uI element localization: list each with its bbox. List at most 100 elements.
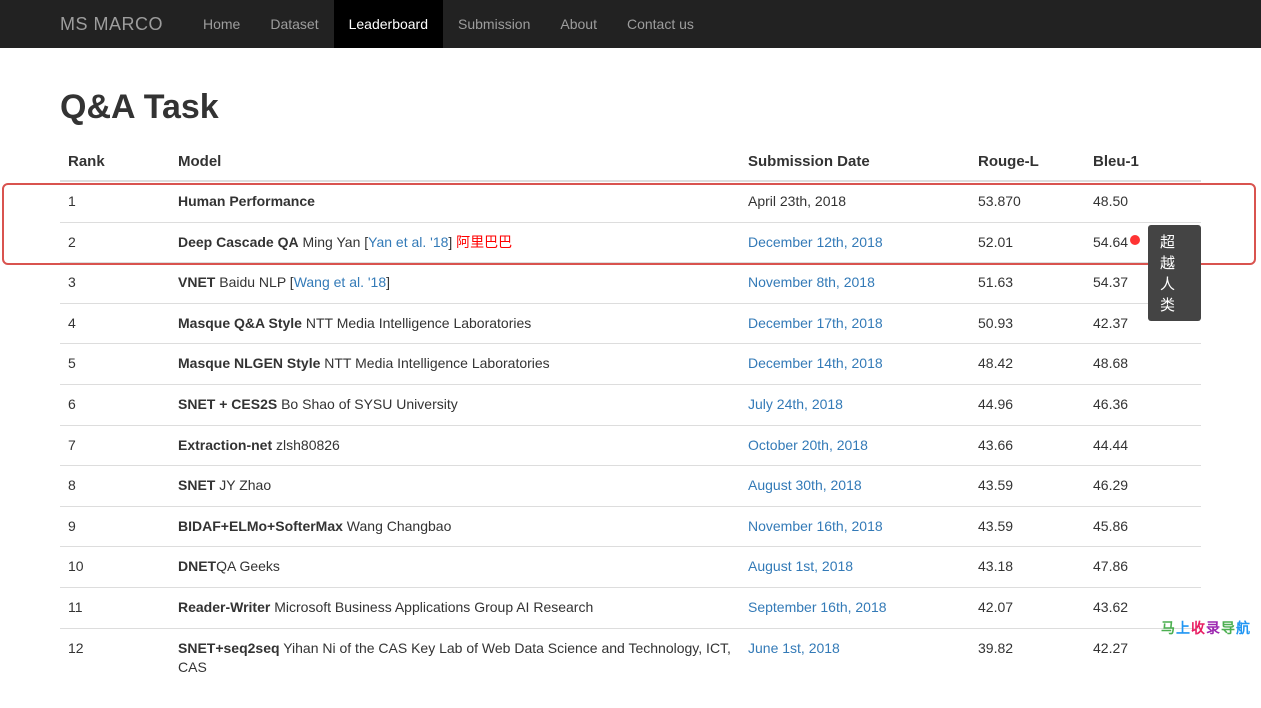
cell-model: Human Performance [170, 181, 740, 222]
table-header-row: Rank Model Submission Date Rouge-L Bleu-… [60, 145, 1201, 181]
cell-rouge: 48.42 [970, 344, 1085, 385]
nav-item-leaderboard[interactable]: Leaderboard [334, 0, 443, 48]
watermark-char: 马 [1161, 620, 1176, 636]
cell-model: VNET Baidu NLP [Wang et al. '18] [170, 263, 740, 304]
model-rest: Bo Shao of SYSU University [277, 396, 458, 412]
model-name: VNET [178, 274, 215, 290]
cell-date: August 30th, 2018 [740, 466, 970, 507]
watermark-char: 导 [1221, 620, 1236, 636]
model-cn-annotation: 阿里巴巴 [456, 234, 512, 250]
model-name: DNET [178, 558, 216, 574]
model-name: BIDAF+ELMo+SofterMax [178, 518, 343, 534]
model-rest: NTT Media Intelligence Laboratories [320, 355, 549, 371]
model-rest: zlsh80826 [272, 437, 340, 453]
watermark-char: 航 [1236, 620, 1251, 636]
model-rest: Baidu NLP [ [215, 274, 293, 290]
model-name: Human Performance [178, 193, 315, 209]
table-row: 11Reader-Writer Microsoft Business Appli… [60, 587, 1201, 628]
date-link[interactable]: December 12th, 2018 [748, 234, 883, 250]
date-link[interactable]: December 14th, 2018 [748, 355, 883, 371]
navbar: MS MARCO HomeDatasetLeaderboardSubmissio… [0, 0, 1261, 48]
model-rest: JY Zhao [215, 477, 271, 493]
model-paper-close: ] [448, 234, 456, 250]
cell-model: Masque Q&A Style NTT Media Intelligence … [170, 303, 740, 344]
watermark-char: 收 [1191, 620, 1206, 636]
brand[interactable]: MS MARCO [60, 14, 163, 35]
cell-rouge: 53.870 [970, 181, 1085, 222]
table-row: 3VNET Baidu NLP [Wang et al. '18] Novembe… [60, 263, 1201, 304]
cell-model: Deep Cascade QA Ming Yan [Yan et al. '18… [170, 222, 740, 263]
cell-date: August 1st, 2018 [740, 547, 970, 588]
watermark-char: 上 [1176, 620, 1191, 636]
cell-model: Extraction-net zlsh80826 [170, 425, 740, 466]
date-link[interactable]: December 17th, 2018 [748, 315, 883, 331]
model-rest: Microsoft Business Applications Group AI… [270, 599, 593, 615]
model-paper-link[interactable]: Wang et al. '18 [294, 274, 386, 290]
date-link[interactable]: August 30th, 2018 [748, 477, 862, 493]
date-link[interactable]: October 20th, 2018 [748, 437, 868, 453]
cell-rank: 5 [60, 344, 170, 385]
cell-bleu: 44.44 [1085, 425, 1201, 466]
date-link[interactable]: November 16th, 2018 [748, 518, 883, 534]
cell-rank: 12 [60, 628, 170, 688]
nav-item-submission[interactable]: Submission [443, 0, 545, 48]
date-link[interactable]: November 8th, 2018 [748, 274, 875, 290]
cell-model: Reader-Writer Microsoft Business Applica… [170, 587, 740, 628]
model-name: Masque Q&A Style [178, 315, 302, 331]
model-rest: Ming Yan [ [299, 234, 369, 250]
cell-model: SNET + CES2S Bo Shao of SYSU University [170, 384, 740, 425]
cell-rank: 11 [60, 587, 170, 628]
cell-date: July 24th, 2018 [740, 384, 970, 425]
model-name: Deep Cascade QA [178, 234, 299, 250]
cell-date: November 8th, 2018 [740, 263, 970, 304]
page-title: Q&A Task [60, 88, 1201, 127]
date-link[interactable]: July 24th, 2018 [748, 396, 843, 412]
nav-item-contact-us[interactable]: Contact us [612, 0, 709, 48]
cell-bleu: 48.50 [1085, 181, 1201, 222]
cell-rouge: 50.93 [970, 303, 1085, 344]
cell-rank: 1 [60, 181, 170, 222]
cell-date: December 12th, 2018 [740, 222, 970, 263]
cell-model: Masque NLGEN Style NTT Media Intelligenc… [170, 344, 740, 385]
cell-rank: 3 [60, 263, 170, 304]
cell-rank: 8 [60, 466, 170, 507]
table-row: 2Deep Cascade QA Ming Yan [Yan et al. '1… [60, 222, 1201, 263]
model-name: Extraction-net [178, 437, 272, 453]
table-row: 12SNET+seq2seq Yihan Ni of the CAS Key L… [60, 628, 1201, 688]
nav-item-about[interactable]: About [545, 0, 612, 48]
cell-rank: 9 [60, 506, 170, 547]
date-link[interactable]: June 1st, 2018 [748, 640, 840, 656]
model-name: SNET+seq2seq [178, 640, 280, 656]
cell-rouge: 43.66 [970, 425, 1085, 466]
cell-rouge: 43.59 [970, 506, 1085, 547]
cell-rouge: 43.18 [970, 547, 1085, 588]
col-model-header: Model [170, 145, 740, 181]
cell-rank: 6 [60, 384, 170, 425]
cell-model: BIDAF+ELMo+SofterMax Wang Changbao [170, 506, 740, 547]
cell-date: October 20th, 2018 [740, 425, 970, 466]
cell-rank: 10 [60, 547, 170, 588]
cell-rouge: 39.82 [970, 628, 1085, 688]
cell-rouge: 51.63 [970, 263, 1085, 304]
watermark-char: 录 [1206, 620, 1221, 636]
leaderboard-table: Rank Model Submission Date Rouge-L Bleu-… [60, 145, 1201, 688]
cell-rank: 2 [60, 222, 170, 263]
date-link[interactable]: August 1st, 2018 [748, 558, 853, 574]
model-paper-link[interactable]: Yan et al. '18 [368, 234, 448, 250]
cell-bleu: 47.86 [1085, 547, 1201, 588]
cell-rouge: 42.07 [970, 587, 1085, 628]
table-row: 1 Human Performance April 23th, 2018 53.870… [60, 181, 1201, 222]
nav-item-home[interactable]: Home [188, 0, 255, 48]
cell-bleu: 48.68 [1085, 344, 1201, 385]
nav-item-dataset[interactable]: Dataset [255, 0, 333, 48]
cell-bleu: 46.29 [1085, 466, 1201, 507]
cell-date: December 14th, 2018 [740, 344, 970, 385]
cell-date: April 23th, 2018 [740, 181, 970, 222]
red-dot-annotation [1130, 235, 1140, 245]
model-rest: NTT Media Intelligence Laboratories [302, 315, 531, 331]
date-text: April 23th, 2018 [748, 193, 846, 209]
cell-model: SNET+seq2seq Yihan Ni of the CAS Key Lab… [170, 628, 740, 688]
date-link[interactable]: September 16th, 2018 [748, 599, 887, 615]
col-rank-header: Rank [60, 145, 170, 181]
model-name: SNET [178, 477, 215, 493]
